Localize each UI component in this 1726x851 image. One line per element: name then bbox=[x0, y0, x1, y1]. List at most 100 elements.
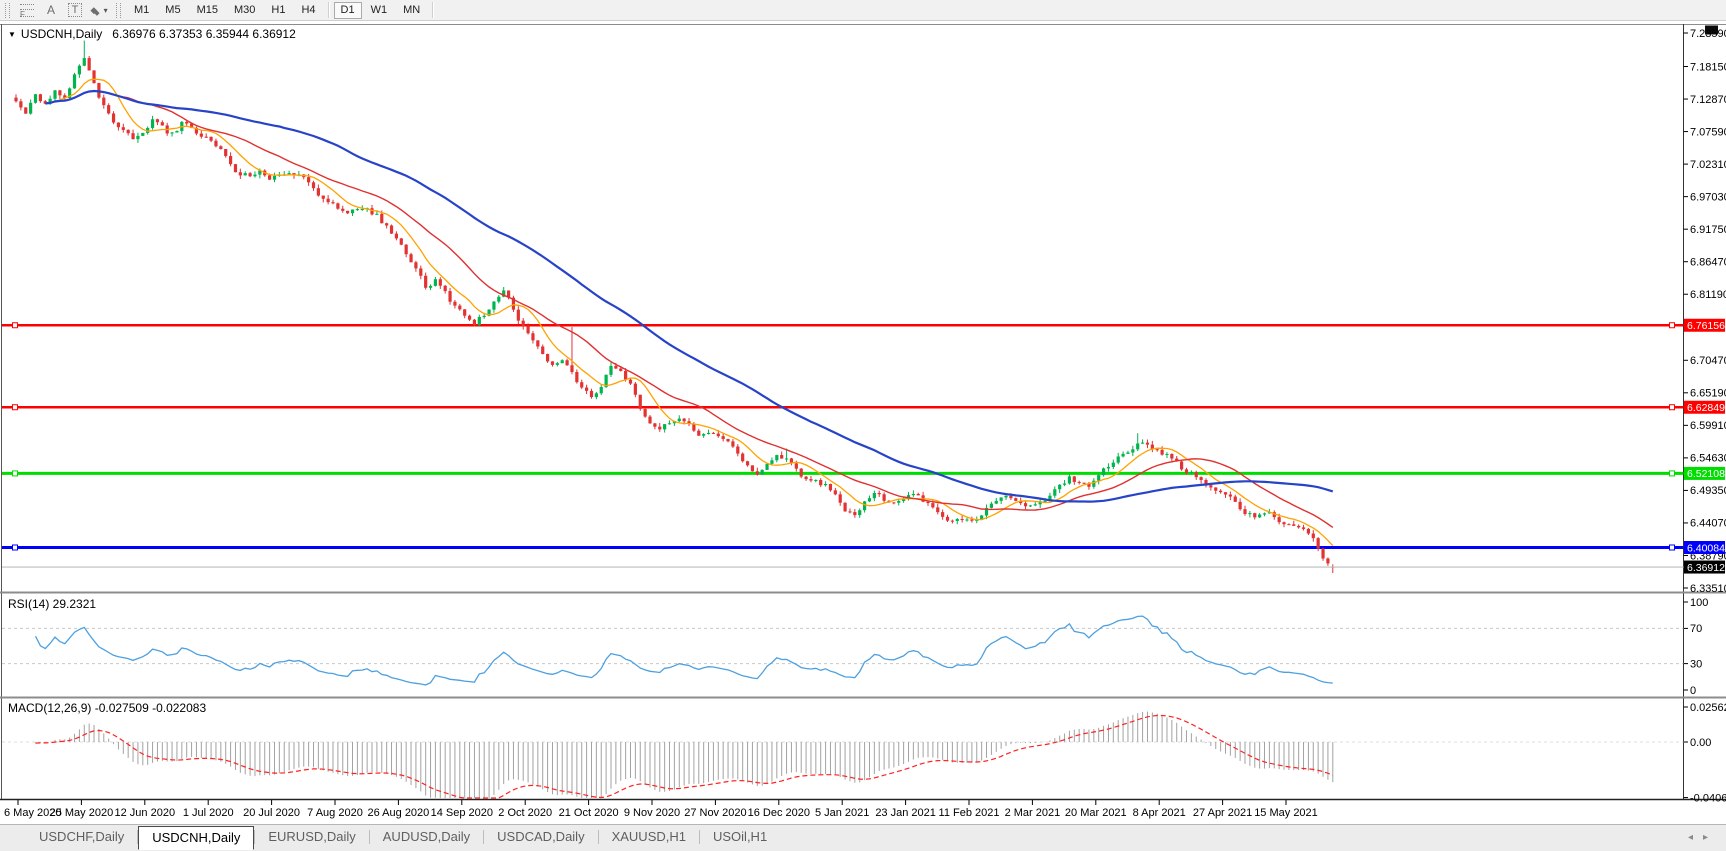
svg-text:70: 70 bbox=[1690, 623, 1702, 635]
svg-text:6.52108: 6.52108 bbox=[1687, 468, 1725, 480]
svg-text:0.00: 0.00 bbox=[1690, 737, 1711, 749]
macd-histogram bbox=[35, 711, 1334, 798]
timeframe-mn-button[interactable]: MN bbox=[396, 2, 427, 19]
hline-handle[interactable] bbox=[12, 322, 18, 329]
tab-eurusd[interactable]: EURUSD,Daily bbox=[255, 827, 368, 847]
tab-scroll-left-icon[interactable]: ◂ bbox=[1688, 832, 1703, 843]
date-axis: 6 May 202025 May 2020 12 Jun 2020 1 Jul 20… bbox=[4, 800, 1318, 819]
svg-text:0: 0 bbox=[1690, 685, 1696, 697]
svg-text:6.44070: 6.44070 bbox=[1690, 518, 1726, 530]
candles bbox=[14, 40, 1335, 574]
svg-text:27 Nov 2020: 27 Nov 2020 bbox=[684, 807, 746, 819]
timeframe-w1-button[interactable]: W1 bbox=[364, 2, 395, 19]
tool-fibonacci-button[interactable]: F bbox=[17, 2, 37, 19]
timeframe-h4-button[interactable]: H4 bbox=[294, 2, 322, 19]
tab-audusd[interactable]: AUDUSD,Daily bbox=[370, 827, 483, 847]
svg-text:5 Jan 2021: 5 Jan 2021 bbox=[815, 807, 869, 819]
toolbar-grip[interactable] bbox=[5, 2, 10, 18]
hline-6.76156[interactable]: 6.76156 bbox=[2, 318, 1725, 332]
hline-handle[interactable] bbox=[1669, 404, 1675, 411]
svg-text:7.02310: 7.02310 bbox=[1690, 159, 1726, 171]
ma-line-medium bbox=[45, 90, 1334, 528]
hline-6.40084[interactable]: 6.40084 bbox=[2, 540, 1725, 554]
timeframe-m5-button[interactable]: M5 bbox=[158, 2, 187, 19]
hline-6.52108[interactable]: 6.52108 bbox=[2, 466, 1725, 480]
svg-text:11 Feb 2021: 11 Feb 2021 bbox=[939, 807, 1000, 819]
hline-handle[interactable] bbox=[1669, 322, 1675, 329]
hline-handle[interactable] bbox=[12, 404, 18, 411]
toolbar-grip[interactable] bbox=[116, 2, 121, 18]
chart-ohlc-values: 6.36976 6.37353 6.35944 6.36912 bbox=[112, 27, 296, 41]
svg-text:-0.040687: -0.040687 bbox=[1690, 792, 1726, 804]
svg-text:6.76156: 6.76156 bbox=[1687, 320, 1725, 332]
svg-text:6.49350: 6.49350 bbox=[1690, 485, 1726, 497]
tab-xauusd[interactable]: XAUUSD,H1 bbox=[599, 827, 699, 847]
svg-text:0.025623: 0.025623 bbox=[1690, 702, 1726, 714]
svg-text:6.59910: 6.59910 bbox=[1690, 420, 1726, 432]
hline-6.62849[interactable]: 6.62849 bbox=[2, 400, 1725, 414]
svg-text:6.81190: 6.81190 bbox=[1690, 289, 1726, 301]
svg-text:7.12870: 7.12870 bbox=[1690, 94, 1726, 106]
tool-arrow-tools-button[interactable]: ◆ ◆ ▾ bbox=[89, 2, 109, 19]
current-price: 6.36912 bbox=[2, 560, 1725, 574]
timeframe-m15-button[interactable]: M15 bbox=[190, 2, 225, 19]
rsi-line bbox=[34, 615, 1333, 686]
ma-lines bbox=[45, 78, 1334, 547]
svg-text:8 Apr 2021: 8 Apr 2021 bbox=[1133, 807, 1186, 819]
symbol-tab-bar: USDCHF,Daily USDCNH,Daily EURUSD,Daily AUDU… bbox=[0, 824, 1726, 851]
terminal-window: { "toolbar": { "tools": [ {"id": "fibona… bbox=[0, 0, 1726, 851]
hline-handle[interactable] bbox=[1669, 470, 1675, 477]
svg-text:7 Aug 2020: 7 Aug 2020 bbox=[307, 807, 363, 819]
svg-text:9 Nov 2020: 9 Nov 2020 bbox=[624, 807, 680, 819]
chart-symbol-label: USDCNH,Daily bbox=[20, 27, 103, 41]
tool-text-button[interactable]: A bbox=[41, 2, 61, 19]
svg-text:26 Aug 2020: 26 Aug 2020 bbox=[368, 807, 430, 819]
svg-text:20 Mar 2021: 20 Mar 2021 bbox=[1065, 807, 1127, 819]
tab-usdcnh[interactable]: USDCNH,Daily bbox=[138, 826, 255, 850]
tab-usdcad[interactable]: USDCAD,Daily bbox=[484, 827, 597, 847]
svg-text:6.36912: 6.36912 bbox=[1687, 562, 1725, 574]
tab-usoil[interactable]: USOil,H1 bbox=[700, 827, 780, 847]
svg-text:2 Oct 2020: 2 Oct 2020 bbox=[498, 807, 552, 819]
timeframe-h1-button[interactable]: H1 bbox=[264, 2, 292, 19]
text-icon: A bbox=[46, 3, 55, 17]
text-label-icon: T bbox=[67, 3, 83, 17]
timeframe-d1-button[interactable]: D1 bbox=[333, 1, 362, 19]
chart-canvas[interactable]: 7.23590 7.18150 7.12870 7.07590 7.02310 6.970… bbox=[0, 21, 1726, 824]
chevron-down-icon[interactable]: ▾ bbox=[104, 6, 108, 15]
chart-dropdown-icon[interactable]: ▼ bbox=[8, 30, 16, 39]
svg-text:16 Dec 2020: 16 Dec 2020 bbox=[748, 807, 810, 819]
svg-text:14 Sep 2020: 14 Sep 2020 bbox=[431, 807, 493, 819]
svg-text:6.33510: 6.33510 bbox=[1690, 583, 1726, 595]
tab-scroll-arrows: ◂▸ bbox=[1688, 832, 1718, 843]
tool-text-label-button[interactable]: T bbox=[65, 2, 85, 19]
svg-text:6.65190: 6.65190 bbox=[1690, 388, 1726, 400]
svg-text:15 May 2021: 15 May 2021 bbox=[1254, 807, 1318, 819]
svg-text:6.86470: 6.86470 bbox=[1690, 257, 1726, 269]
price-axis: 7.23590 7.18150 7.12870 7.07590 7.02310 6.970… bbox=[1683, 28, 1726, 595]
svg-text:1 Jul 2020: 1 Jul 2020 bbox=[183, 807, 234, 819]
svg-text:6.62849: 6.62849 bbox=[1687, 402, 1725, 414]
svg-text:7.18150: 7.18150 bbox=[1690, 61, 1726, 73]
arrow-tool-icon: ◆ bbox=[94, 9, 100, 17]
macd-pane: 0.025623 0.00 -0.040687 bbox=[2, 702, 1726, 804]
timeframe-m30-button[interactable]: M30 bbox=[227, 2, 262, 19]
svg-text:6.40084: 6.40084 bbox=[1687, 542, 1725, 554]
timeframe-m1-button[interactable]: M1 bbox=[127, 2, 156, 19]
svg-text:25 May 2020: 25 May 2020 bbox=[50, 807, 114, 819]
svg-text:7.07590: 7.07590 bbox=[1690, 126, 1726, 138]
ma-line-fast bbox=[45, 78, 1334, 547]
svg-text:30: 30 bbox=[1690, 658, 1702, 670]
hline-handle[interactable] bbox=[12, 470, 18, 477]
svg-text:100: 100 bbox=[1690, 597, 1708, 609]
tab-scroll-right-icon[interactable]: ▸ bbox=[1703, 832, 1718, 843]
rsi-pane: 100 70 30 0 bbox=[2, 597, 1708, 697]
macd-indicator-label: MACD(12,26,9) -0.027509 -0.022083 bbox=[8, 701, 207, 715]
tab-usdchf[interactable]: USDCHF,Daily bbox=[26, 827, 137, 847]
svg-text:12 Jun 2020: 12 Jun 2020 bbox=[115, 807, 176, 819]
hline-handle[interactable] bbox=[12, 544, 18, 551]
svg-text:6.91750: 6.91750 bbox=[1690, 224, 1726, 236]
hline-handle[interactable] bbox=[1669, 544, 1675, 551]
top-toolbar: F A T ◆ ◆ ▾ M1 M5 M15 M30 H1 H4 D1 W1 MN bbox=[0, 0, 1726, 21]
chart-title: ▼ USDCNH,Daily 6.36976 6.37353 6.35944 6.3… bbox=[8, 27, 296, 41]
